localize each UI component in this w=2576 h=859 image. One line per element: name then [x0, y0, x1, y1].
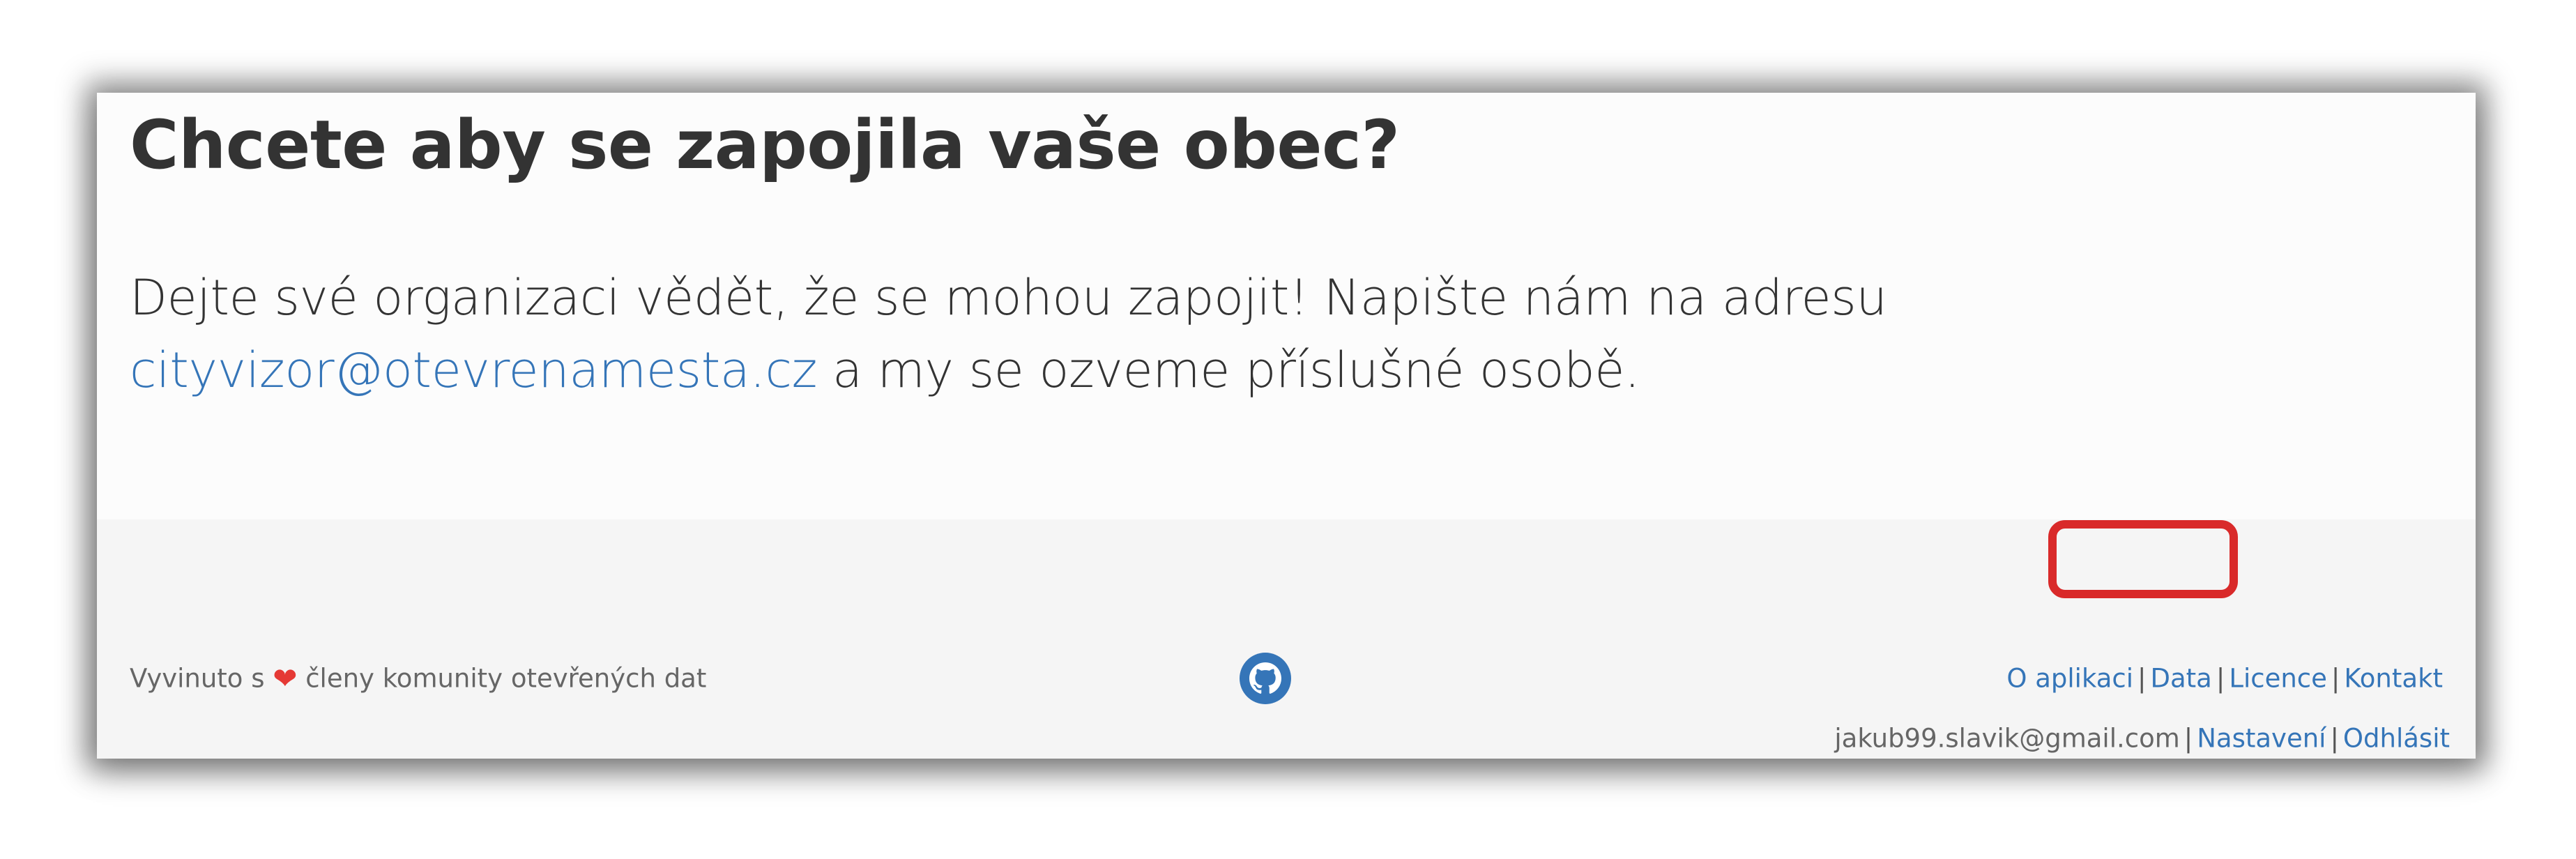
footer-links: O aplikaci | Data | Licence | Kontakt — [2006, 664, 2443, 694]
info-paragraph: Dejte své organizaci vědět, že se mohou … — [130, 261, 2361, 406]
page-heading: Chcete aby se zapojila vaše obec? — [130, 106, 1400, 184]
separator: | — [2331, 663, 2340, 694]
user-bar: jakub99.slavik@gmail.com | Nastavení | Odhlá… — [1834, 724, 2450, 754]
link-data[interactable]: Data — [2151, 664, 2212, 694]
page-window: Chcete aby se zapojila vaše obec? Dejte … — [97, 93, 2476, 759]
info-text-after: a my se ozveme příslušné osobě. — [817, 342, 1640, 399]
credit-text-before: Vyvinuto s — [130, 663, 273, 694]
link-license[interactable]: Licence — [2229, 664, 2327, 694]
separator: | — [2183, 723, 2193, 754]
link-contact[interactable]: Kontakt — [2344, 664, 2443, 694]
link-about[interactable]: O aplikaci — [2006, 664, 2133, 694]
user-email: jakub99.slavik@gmail.com — [1834, 723, 2180, 754]
footer-credit: Vyvinuto s ❤ členy komunity otevřených d… — [130, 662, 706, 696]
separator: | — [2330, 723, 2339, 754]
info-text-before: Dejte své organizaci vědět, že se mohou … — [130, 269, 1887, 326]
logout-link[interactable]: Odhlásit — [2343, 724, 2450, 754]
separator: | — [2216, 663, 2225, 694]
github-icon[interactable] — [1240, 653, 1291, 704]
heart-icon: ❤ — [273, 661, 298, 696]
separator: | — [2137, 663, 2147, 694]
credit-text-after: členy komunity otevřených dat — [297, 663, 707, 694]
main-content: Chcete aby se zapojila vaše obec? Dejte … — [97, 93, 2476, 519]
settings-link[interactable]: Nastavení — [2197, 724, 2326, 754]
contact-email-link[interactable]: cityvizor@otevrenamesta.cz — [130, 342, 817, 399]
footer: Vyvinuto s ❤ členy komunity otevřených d… — [97, 519, 2476, 759]
